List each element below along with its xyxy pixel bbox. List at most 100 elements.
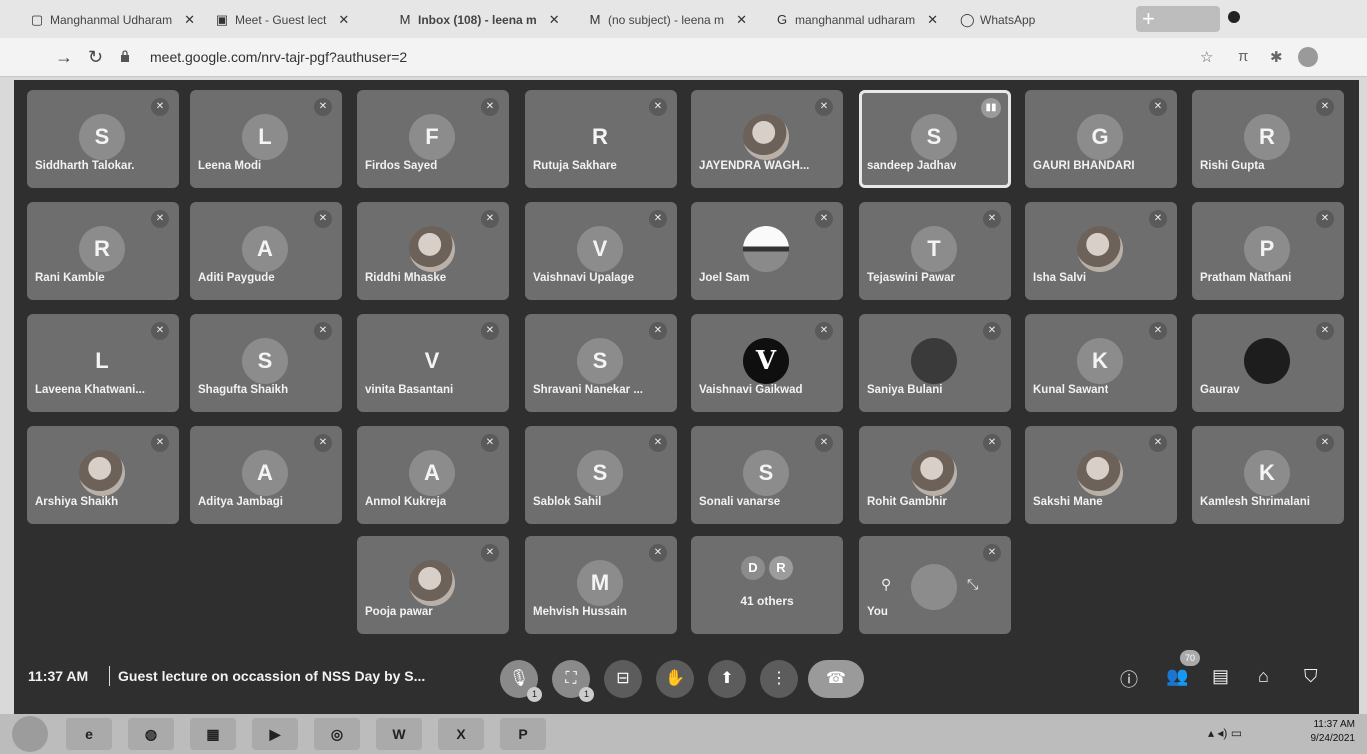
participant-tile[interactable]: S ✕ Sonali vanarse [691,426,843,524]
others-initial: R [769,556,793,580]
participant-tile[interactable]: A ✕ Aditya Jambagi [190,426,342,524]
profile-avatar[interactable] [1298,47,1318,67]
self-tile[interactable]: ⚲ ⤡ ✕ You [859,536,1011,634]
participant-tile[interactable]: ✕ Riddhi Mhaske [357,202,509,300]
media-icon[interactable]: ▶ [252,718,298,750]
participant-tile[interactable]: ✕ Rohit Gambhir [859,426,1011,524]
participant-name: Saniya Bulani [867,384,943,396]
extension-icon[interactable]: π [1238,48,1248,65]
record-icon [1228,11,1240,23]
participant-count-badge: 70 [1180,650,1200,666]
participant-tile[interactable]: S ✕ Shravani Nanekar ... [525,314,677,412]
host-controls-icon[interactable]: ⛉ [1304,666,1318,687]
participant-tile[interactable]: F ✕ Firdos Sayed [357,90,509,188]
participant-avatar: S [79,114,125,160]
participant-tile[interactable]: V ✕ vinita Basantani [357,314,509,412]
chat-icon[interactable]: ▤ [1212,666,1229,687]
camera-toggle-button[interactable]: ⛶ [552,660,594,702]
chrome-icon[interactable]: ◎ [314,718,360,750]
participant-tile[interactable]: R ✕ Rani Kamble [27,202,179,300]
participant-avatar: G [1077,114,1123,160]
minimize-icon[interactable]: ⤡ [967,576,978,593]
whatsapp-icon: ◯ [960,12,975,27]
participant-avatar: L [242,114,288,160]
close-icon[interactable]: ✕ [736,12,747,28]
people-icon[interactable]: 👥 [1166,666,1188,687]
system-clock[interactable]: 11:37 AM 9/24/2021 [1311,718,1356,746]
participant-tile[interactable]: G ✕ GAURI BHANDARI [1025,90,1177,188]
folder-icon[interactable]: ▦ [190,718,236,750]
window-controls[interactable] [1255,8,1360,26]
others-tile[interactable]: D R 41 others [691,536,843,634]
participant-name: Aditi Paygude [198,272,275,284]
participant-tile[interactable]: ✕ Arshiya Shaikh [27,426,179,524]
close-icon[interactable]: ✕ [184,12,195,28]
reload-icon[interactable]: ↻ [88,47,103,68]
powerpoint-icon[interactable]: P [500,718,546,750]
tab-no-subject[interactable]: M (no subject) - leena m ✕ [588,6,753,34]
participant-tile[interactable]: K ✕ Kunal Sawant [1025,314,1177,412]
captions-button[interactable]: ⊟ [604,660,642,698]
participant-avatar [743,114,789,160]
participant-name: Firdos Sayed [365,160,438,172]
mic-off-icon: ✕ [1316,98,1334,116]
participant-tile[interactable]: P ✕ Pratham Nathani [1192,202,1344,300]
participant-tile[interactable]: M ✕ Mehvish Hussain [525,536,677,634]
tab-whatsapp[interactable]: ◯ WhatsApp [960,6,1100,34]
tab-meet[interactable]: ▣ Meet - Guest lect ✕ [215,6,380,34]
info-icon[interactable]: ⓘ [1120,666,1138,692]
participant-tile[interactable]: S ✕ Siddharth Talokar. [27,90,179,188]
participant-tile[interactable]: ✕ Gaurav [1192,314,1344,412]
participant-tile[interactable]: V ✕ Vaishnavi Gaikwad [691,314,843,412]
participant-tile[interactable]: K ✕ Kamlesh Shrimalani [1192,426,1344,524]
forward-icon[interactable]: → [55,47,73,68]
participant-tile[interactable]: ✕ Isha Salvi [1025,202,1177,300]
gmail-icon: M [399,12,411,27]
close-icon[interactable]: ✕ [549,12,560,28]
participant-avatar [409,560,455,606]
globe-icon[interactable]: ◍ [128,718,174,750]
puzzle-icon[interactable]: ✱ [1270,48,1283,66]
participant-tile[interactable]: S ▮▮ sandeep Jadhav [859,90,1011,188]
close-icon[interactable]: ✕ [338,12,349,28]
present-button[interactable]: ⬆ [708,660,746,698]
pin-icon[interactable]: ⚲ [881,576,891,593]
tab-inbox[interactable]: M Inbox (108) - leena m ✕ [398,6,568,34]
new-tab-button[interactable]: + [1136,6,1220,32]
participant-name: JAYENDRA WAGH... [699,160,810,172]
word-icon[interactable]: W [376,718,422,750]
participant-tile[interactable]: S ✕ Sablok Sahil [525,426,677,524]
more-options-button[interactable]: ⋮ [760,660,798,698]
ie-icon[interactable]: e [66,718,112,750]
participant-tile[interactable]: ✕ JAYENDRA WAGH... [691,90,843,188]
participant-tile[interactable]: A ✕ Aditi Paygude [190,202,342,300]
tab-manghanmal[interactable]: ▢ Manghanmal Udharam ✕ [30,6,195,34]
participant-tile[interactable]: R ✕ Rutuja Sakhare [525,90,677,188]
raise-hand-button[interactable]: ✋ [656,660,694,698]
excel-icon[interactable]: X [438,718,484,750]
tray-icons[interactable]: ▴ ◂) ▭ [1208,726,1242,740]
participant-tile[interactable]: L ✕ Laveena Khatwani... [27,314,179,412]
participant-tile[interactable]: S ✕ Shagufta Shaikh [190,314,342,412]
participant-avatar [1077,450,1123,496]
participant-tile[interactable]: A ✕ Anmol Kukreja [357,426,509,524]
url-field[interactable]: meet.google.com/nrv-tajr-pgf?authuser=2 [150,49,407,65]
participant-tile[interactable]: V ✕ Vaishnavi Upalage [525,202,677,300]
tab-google-search[interactable]: G manghanmal udharam ✕ [775,6,940,34]
participant-tile[interactable]: L ✕ Leena Modi [190,90,342,188]
star-icon[interactable]: ☆ [1200,48,1213,66]
participant-tile[interactable]: T ✕ Tejaswini Pawar [859,202,1011,300]
participant-name: Rani Kamble [35,272,105,284]
participant-tile[interactable]: ✕ Sakshi Mane [1025,426,1177,524]
leave-call-button[interactable]: ☎ [808,660,864,698]
close-icon[interactable]: ✕ [927,12,938,28]
mic-toggle-button[interactable]: 🎙 [500,660,542,702]
participant-tile[interactable]: ✕ Pooja pawar [357,536,509,634]
participant-tile[interactable]: R ✕ Rishi Gupta [1192,90,1344,188]
mic-off-icon: ✕ [983,210,1001,228]
participant-tile[interactable]: ✕ Joel Sam [691,202,843,300]
participant-avatar: S [242,338,288,384]
activities-icon[interactable]: ⌂ [1258,666,1269,687]
participant-tile[interactable]: ✕ Saniya Bulani [859,314,1011,412]
start-button[interactable] [12,716,48,752]
